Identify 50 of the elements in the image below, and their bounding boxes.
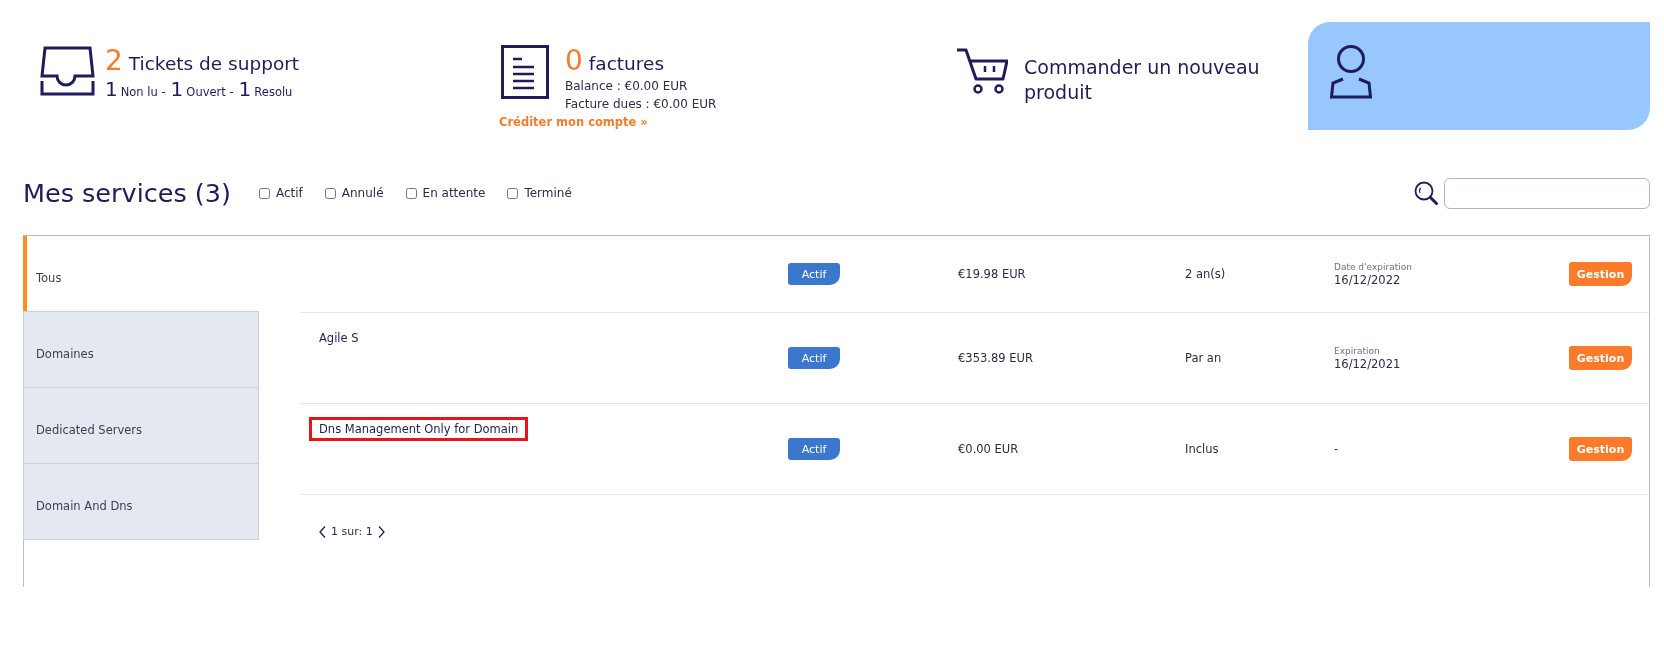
status-count: 1 xyxy=(105,78,118,100)
filter-label[interactable]: Actif xyxy=(275,186,303,200)
expiry-date: 16/12/2022 xyxy=(1334,273,1402,287)
price-text: €19.98 EUR xyxy=(958,267,1026,281)
checkbox[interactable] xyxy=(507,187,519,199)
checkbox[interactable] xyxy=(258,187,270,199)
expiry-label: Date d'expiration xyxy=(1334,261,1413,273)
user-icon xyxy=(1329,45,1373,99)
section-title: Mes services (3) xyxy=(23,178,231,208)
cart-icon xyxy=(957,48,1008,96)
page-indicator: 1 sur: 1 xyxy=(331,525,373,538)
expiry-date: 16/12/2021 xyxy=(1334,357,1402,371)
invoices-title: factures xyxy=(588,52,665,76)
filter-label[interactable]: En attente xyxy=(422,186,486,200)
service-name[interactable]: Dns Management Only for Domain xyxy=(319,422,519,436)
status-label: Ouvert - xyxy=(186,85,234,99)
status-label: Resolu xyxy=(254,85,293,99)
expiry-label: Expiration xyxy=(1334,345,1381,357)
chevron-right-icon[interactable] xyxy=(377,525,385,538)
balance-text: Balance : €0.00 EUR xyxy=(565,78,689,95)
status-badge: Actif xyxy=(788,347,840,369)
inbox-icon xyxy=(39,45,96,96)
invoice-count: 0 xyxy=(565,45,583,77)
checkbox[interactable] xyxy=(324,187,336,199)
tickets-title: Tickets de support xyxy=(128,52,300,76)
status-label: Non lu - xyxy=(120,85,166,99)
filter-label[interactable]: Annulé xyxy=(341,186,384,200)
service-name[interactable]: Agile S xyxy=(319,331,359,345)
status-count: 1 xyxy=(170,78,184,100)
chevron-left-icon[interactable] xyxy=(319,525,326,538)
category-tab[interactable]: Domaines xyxy=(23,311,259,388)
billing-cycle: Inclus xyxy=(1185,442,1219,456)
status-badge: Actif xyxy=(788,438,840,460)
expiry-date: - xyxy=(1334,442,1340,456)
filter-label[interactable]: Terminé xyxy=(524,186,572,200)
status-count: 1 xyxy=(238,78,252,100)
balance-text: Facture dues : €0.00 EUR xyxy=(565,96,717,113)
document-icon xyxy=(501,45,549,99)
category-tab[interactable]: Dedicated Servers xyxy=(23,387,259,464)
price-text: €353.89 EUR xyxy=(958,351,1033,365)
order-product-link[interactable]: Commander un nouveau produit xyxy=(1024,55,1294,105)
status-badge: Actif xyxy=(788,263,840,285)
search-field[interactable] xyxy=(1444,177,1650,209)
billing-cycle: 2 an(s) xyxy=(1185,267,1226,281)
price-text: €0.00 EUR xyxy=(958,442,1019,456)
category-tab[interactable]: Domain And Dns xyxy=(23,463,259,540)
ticket-count: 2 xyxy=(105,45,123,77)
billing-cycle: Par an xyxy=(1185,351,1222,365)
checkbox[interactable] xyxy=(405,187,417,199)
search-icon[interactable] xyxy=(1414,180,1439,206)
